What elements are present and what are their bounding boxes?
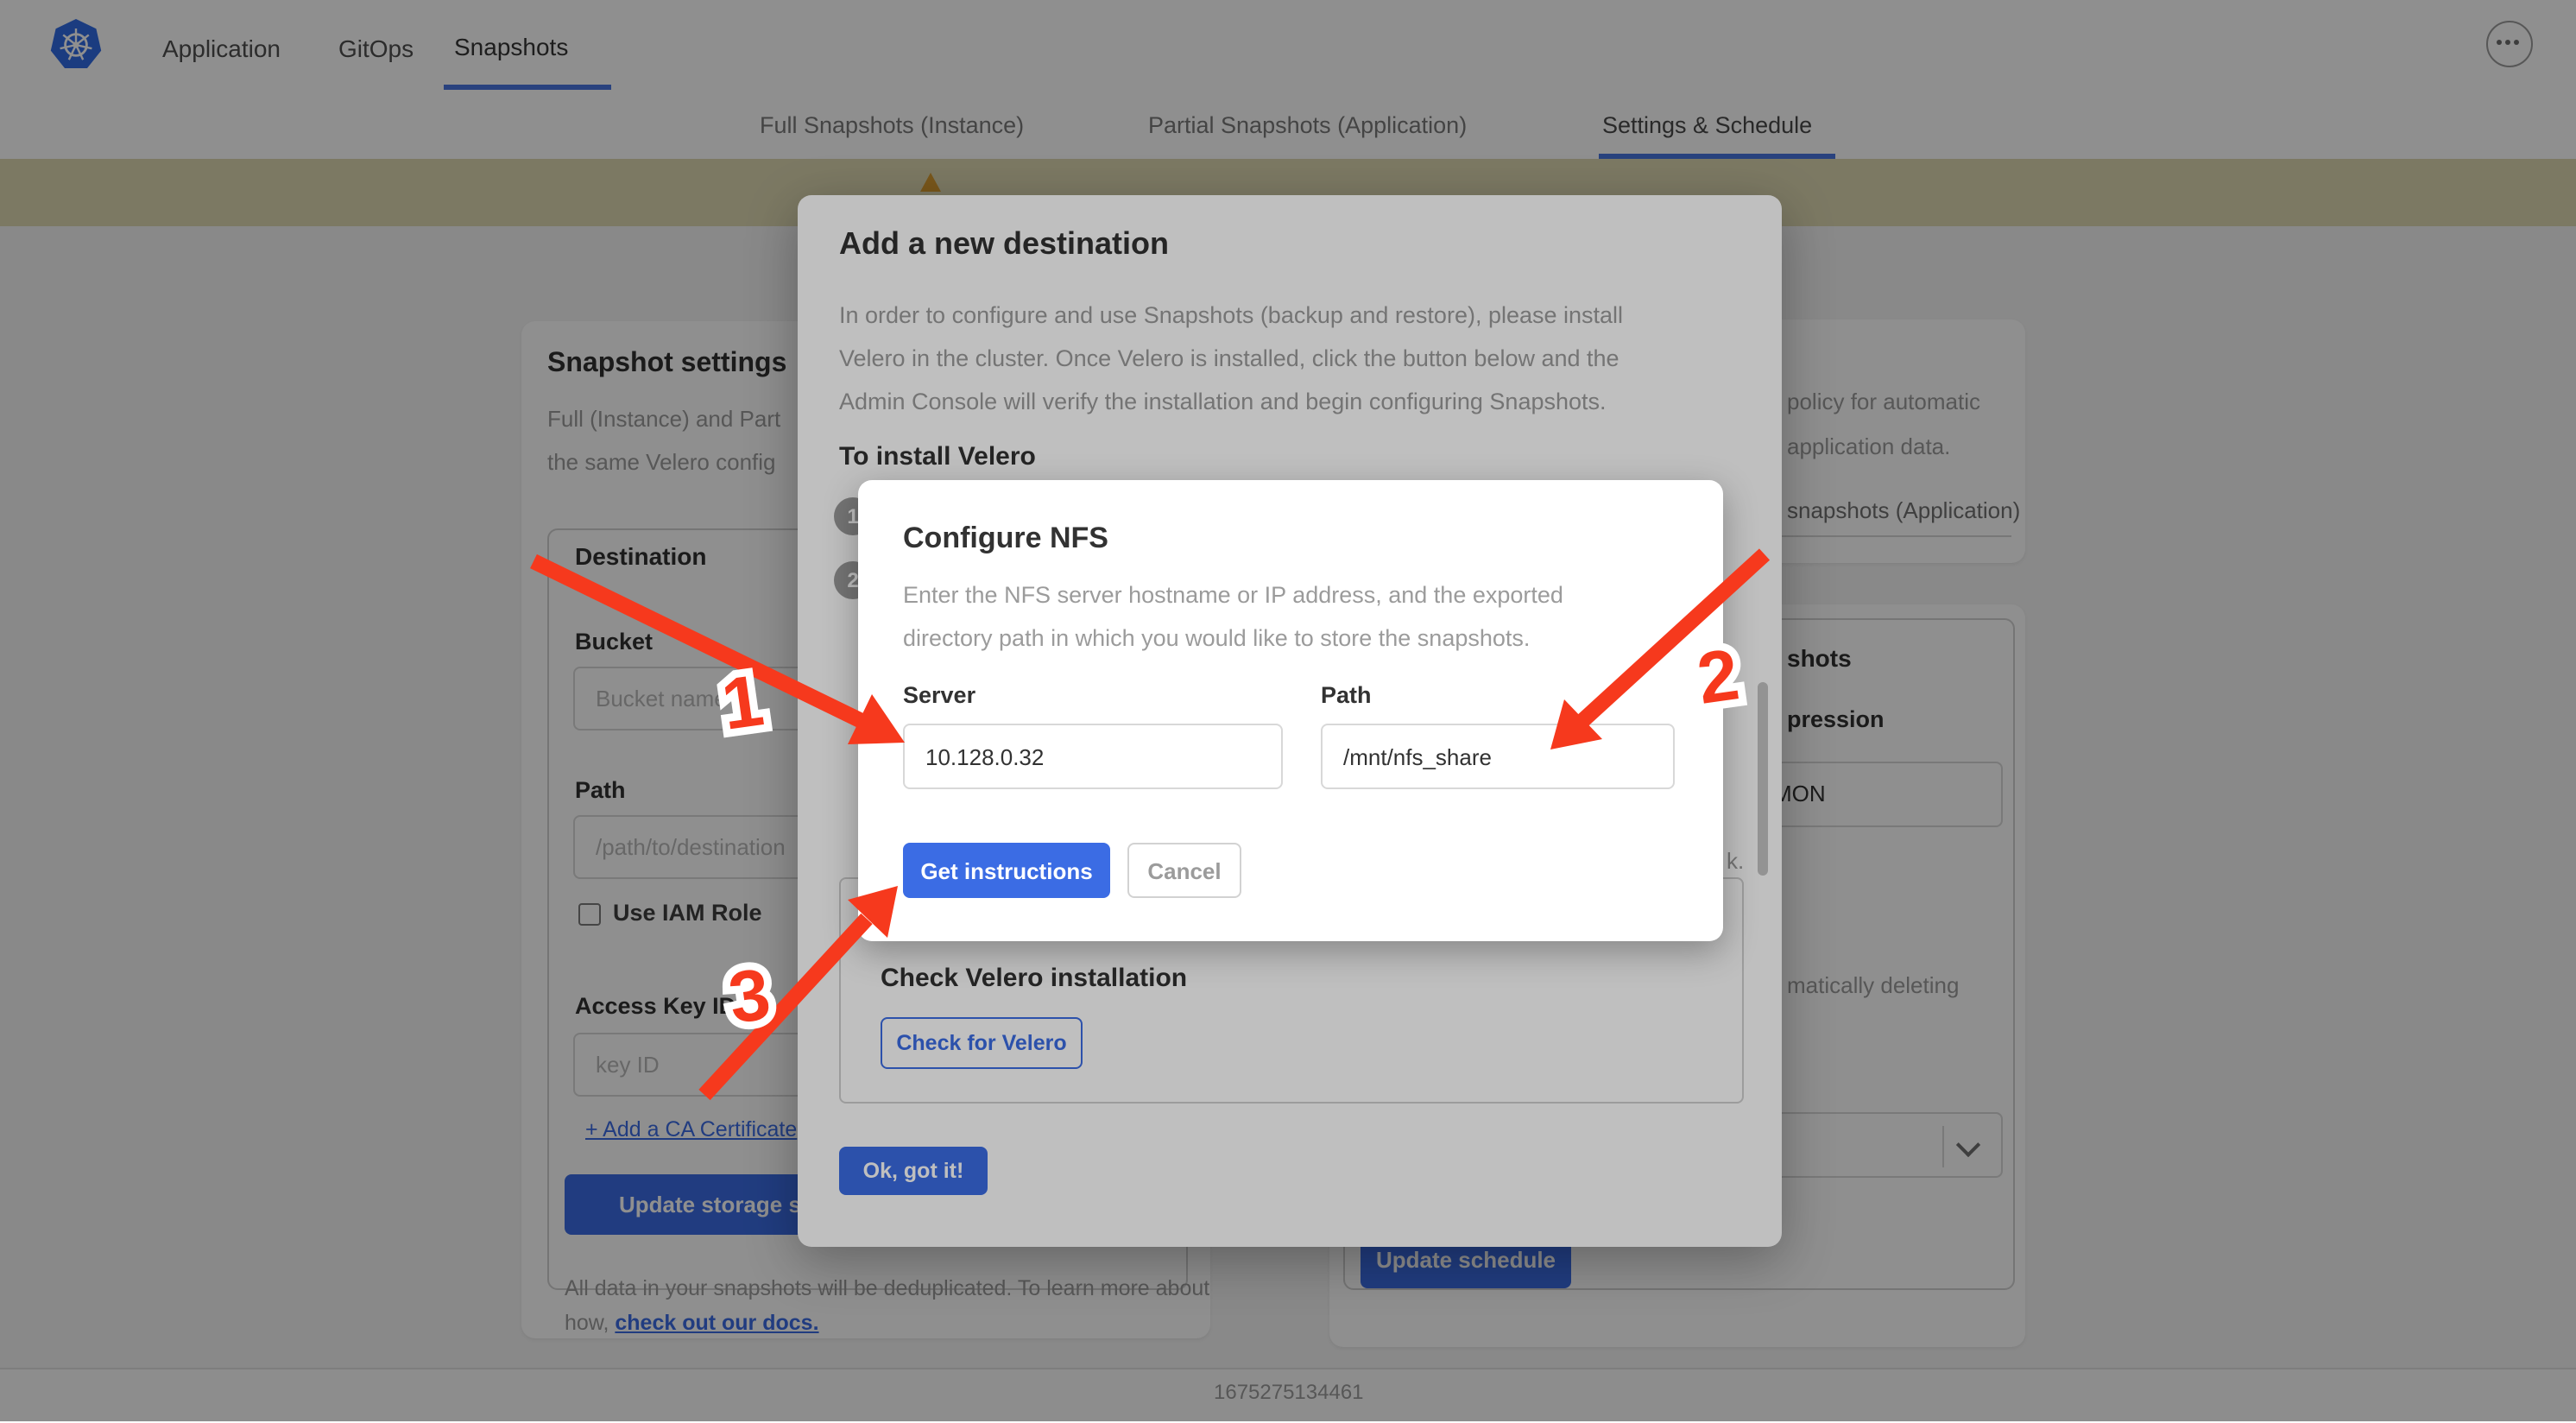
nfs-description-line1: Enter the NFS server hostname or IP addr… bbox=[903, 582, 1563, 608]
nfs-path-input[interactable] bbox=[1321, 724, 1675, 789]
nfs-description-line2: directory path in which you would like t… bbox=[903, 625, 1530, 651]
admin-console-app: Application GitOps Snapshots Full Snapsh… bbox=[0, 0, 2576, 1421]
configure-nfs-modal: Configure NFS Enter the NFS server hostn… bbox=[858, 480, 1723, 941]
nfs-path-label: Path bbox=[1321, 682, 1372, 708]
nfs-cancel-button[interactable]: Cancel bbox=[1127, 843, 1241, 898]
nfs-server-input[interactable] bbox=[903, 724, 1283, 789]
configure-nfs-title: Configure NFS bbox=[903, 522, 1108, 556]
get-instructions-button[interactable]: Get instructions bbox=[903, 843, 1110, 898]
nfs-server-label: Server bbox=[903, 682, 975, 708]
